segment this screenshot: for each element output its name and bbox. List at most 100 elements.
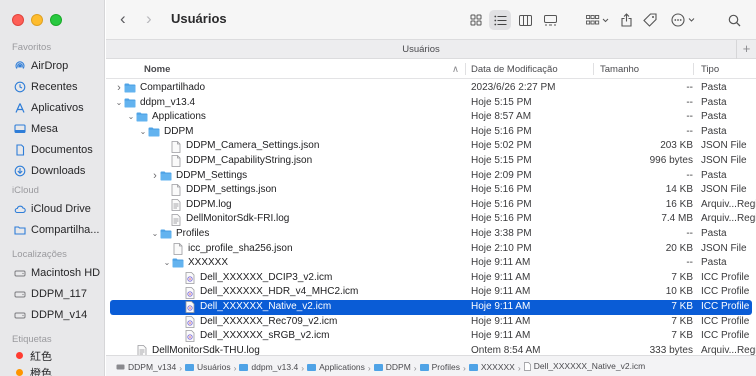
column-divider[interactable] [693, 63, 694, 75]
path-separator-icon: › [179, 362, 183, 373]
toolbar: ‹ › Usuários [106, 0, 756, 39]
row-size: -- [686, 169, 693, 181]
folder-row[interactable]: ⌄ Applications Hoje 8:57 AM -- Pasta [110, 110, 752, 125]
search-button[interactable] [726, 10, 742, 30]
column-name[interactable]: Nome [144, 64, 170, 75]
file-row[interactable]: Dell_XXXXXX_sRGB_v2.icm Hoje 9:11 AM 7 KB I… [110, 329, 752, 344]
zoom-window-button[interactable] [50, 14, 62, 26]
window-controls [12, 14, 62, 26]
forward-button[interactable]: › [146, 10, 152, 28]
file-row[interactable]: DDPM_settings.json Hoje 5:16 PM 14 KB JSON … [110, 183, 752, 198]
path-crumb[interactable]: DDPM [373, 357, 411, 376]
sidebar-item-ddpm-v14[interactable]: DDPM_v14 [0, 304, 105, 325]
sidebar-item-downloads[interactable]: Downloads [0, 160, 105, 181]
sidebar-item-macintosh-hd[interactable]: Macintosh HD [0, 262, 105, 283]
apps-icon [14, 102, 26, 114]
desktop-icon [14, 123, 26, 135]
sidebar-heading-tags: Etiquetas [12, 334, 52, 345]
sidebar-item-recents[interactable]: Recentes [0, 76, 105, 97]
more-actions-button[interactable] [670, 10, 698, 30]
sidebar-item-applications[interactable]: Aplicativos [0, 97, 105, 118]
row-name-cell: DDPM.log [160, 198, 232, 213]
disclosure-open-icon[interactable]: ⌄ [138, 125, 148, 140]
sidebar-item-ddpm-117[interactable]: DDPM_117 [0, 283, 105, 304]
disclosure-closed-icon[interactable]: › [150, 169, 160, 184]
disclosure-closed-icon[interactable]: › [114, 81, 124, 96]
icon-view-button[interactable] [466, 10, 486, 30]
back-button[interactable]: ‹ [120, 10, 126, 28]
sidebar-item-label: DDPM_117 [31, 287, 88, 300]
folder-row[interactable]: ⌄ XXXXXX Hoje 9:11 AM -- Pasta [110, 256, 752, 271]
path-crumb[interactable]: Profiles [419, 357, 460, 376]
row-name-cell: DDPM_settings.json [160, 183, 277, 198]
folder-row[interactable]: ⌄ ddpm_v13.4 Hoje 5:15 PM -- Pasta [110, 96, 752, 111]
column-size[interactable]: Tamanho [600, 64, 639, 75]
sidebar-item-label: Macintosh HD [31, 266, 101, 279]
tag-button[interactable] [641, 10, 659, 30]
row-kind: Pasta [701, 257, 727, 269]
row-date: Hoje 3:38 PM [471, 227, 532, 239]
row-kind: JSON File [701, 184, 747, 196]
folder-row[interactable]: ⌄ DDPM Hoje 5:16 PM -- Pasta [110, 125, 752, 140]
disclosure-open-icon[interactable]: ⌄ [150, 227, 160, 242]
row-name-cell: DDPM_Camera_Settings.json [160, 139, 319, 154]
sidebar-item-icloud-drive[interactable]: iCloud Drive [0, 198, 105, 219]
row-date: Hoje 9:11 AM [471, 286, 531, 298]
path-crumb[interactable]: Applications [307, 357, 365, 376]
path-crumb[interactable]: ddpm_v13.4 [239, 357, 298, 376]
list-view-button[interactable] [489, 10, 511, 30]
path-crumb-label: Usuários [197, 362, 231, 372]
sidebar-item-airdrop[interactable]: AirDrop [0, 55, 105, 76]
share-button[interactable] [618, 10, 634, 30]
path-crumb[interactable]: Usuários [185, 357, 231, 376]
disclosure-open-icon[interactable]: ⌄ [114, 96, 124, 111]
file-row[interactable]: Dell_XXXXXX_DCIP3_v2.icm Hoje 9:11 AM 7 KB… [110, 271, 752, 286]
row-name-cell: Dell_XXXXXX_sRGB_v2.icm [174, 329, 330, 344]
row-date: Hoje 5:16 PM [471, 125, 532, 137]
row-kind: ICC Profile [701, 315, 750, 327]
column-date[interactable]: Data de Modificação [471, 64, 558, 75]
sidebar-item-shared[interactable]: Compartilha... [0, 219, 105, 240]
gallery-view-button[interactable] [540, 10, 560, 30]
sidebar-item-tag-red[interactable]: 紅色 [0, 347, 105, 364]
row-date: Hoje 5:16 PM [471, 184, 532, 196]
group-by-button[interactable] [584, 10, 612, 30]
file-row[interactable]: DDPM.log Hoje 5:16 PM 16 KB Arquiv...Regist… [110, 198, 756, 213]
column-view-button[interactable] [515, 10, 535, 30]
sidebar-item-desktop[interactable]: Mesa [0, 118, 105, 139]
file-row[interactable]: Dell_XXXXXX_Native_v2.icm Hoje 9:11 AM 7 K… [110, 299, 752, 315]
file-row[interactable]: icc_profile_sha256.json Hoje 2:10 PM 20 KB… [110, 242, 752, 257]
file-list: › Compartilhado 2023/6/26 2:27 PM -- Pasta ⌄ d… [106, 81, 756, 358]
row-size: 10 KB [665, 286, 693, 298]
folder-icon [468, 363, 478, 371]
path-crumb[interactable]: Dell_XXXXXX_Native_v2.icm [523, 356, 645, 376]
folder-row[interactable]: › Compartilhado 2023/6/26 2:27 PM -- Pasta [110, 81, 752, 96]
column-divider[interactable] [593, 63, 594, 75]
folder-icon [172, 258, 184, 269]
path-separator-icon: › [517, 362, 521, 373]
disclosure-open-icon[interactable]: ⌄ [126, 110, 136, 125]
file-row[interactable]: DDPM_Camera_Settings.json Hoje 5:02 PM 203… [110, 139, 752, 154]
close-window-button[interactable] [12, 14, 24, 26]
folder-row[interactable]: › DDPM_Settings Hoje 2:09 PM -- Pasta [110, 169, 752, 184]
file-row[interactable]: Dell_XXXXXX_HDR_v4_MHC2.icm Hoje 9:11 AM 1… [110, 285, 752, 300]
file-row[interactable]: DDPM_CapabilityString.json Hoje 5:15 PM 99… [110, 154, 752, 169]
sidebar-item-tag-orange[interactable]: 橙色 [0, 364, 105, 376]
path-crumb[interactable]: DDPM_v134 [116, 357, 176, 376]
tab-usuarios[interactable]: Usuários [106, 44, 736, 55]
disclosure-open-icon[interactable]: ⌄ [162, 256, 172, 271]
path-crumb-label: XXXXXX [480, 362, 515, 372]
sidebar-item-documents[interactable]: Documentos [0, 139, 105, 160]
column-kind[interactable]: Tipo [701, 64, 719, 75]
folder-row[interactable]: ⌄ Profiles Hoje 3:38 PM -- Pasta [110, 227, 752, 242]
icc-profile-icon [184, 272, 196, 284]
path-crumb[interactable]: XXXXXX [468, 357, 515, 376]
file-row[interactable]: DellMonitorSdk-FRI.log Hoje 5:16 PM 7.4 MB… [110, 212, 756, 227]
column-divider[interactable] [465, 63, 466, 75]
row-date: Hoje 2:10 PM [471, 242, 532, 254]
new-tab-button[interactable]: + [736, 40, 756, 59]
file-row[interactable]: Dell_XXXXXX_Rec709_v2.icm Hoje 9:11 AM 7 K… [110, 315, 752, 330]
cloud-icon [14, 203, 26, 215]
folder-icon [307, 363, 317, 371]
minimize-window-button[interactable] [31, 14, 43, 26]
